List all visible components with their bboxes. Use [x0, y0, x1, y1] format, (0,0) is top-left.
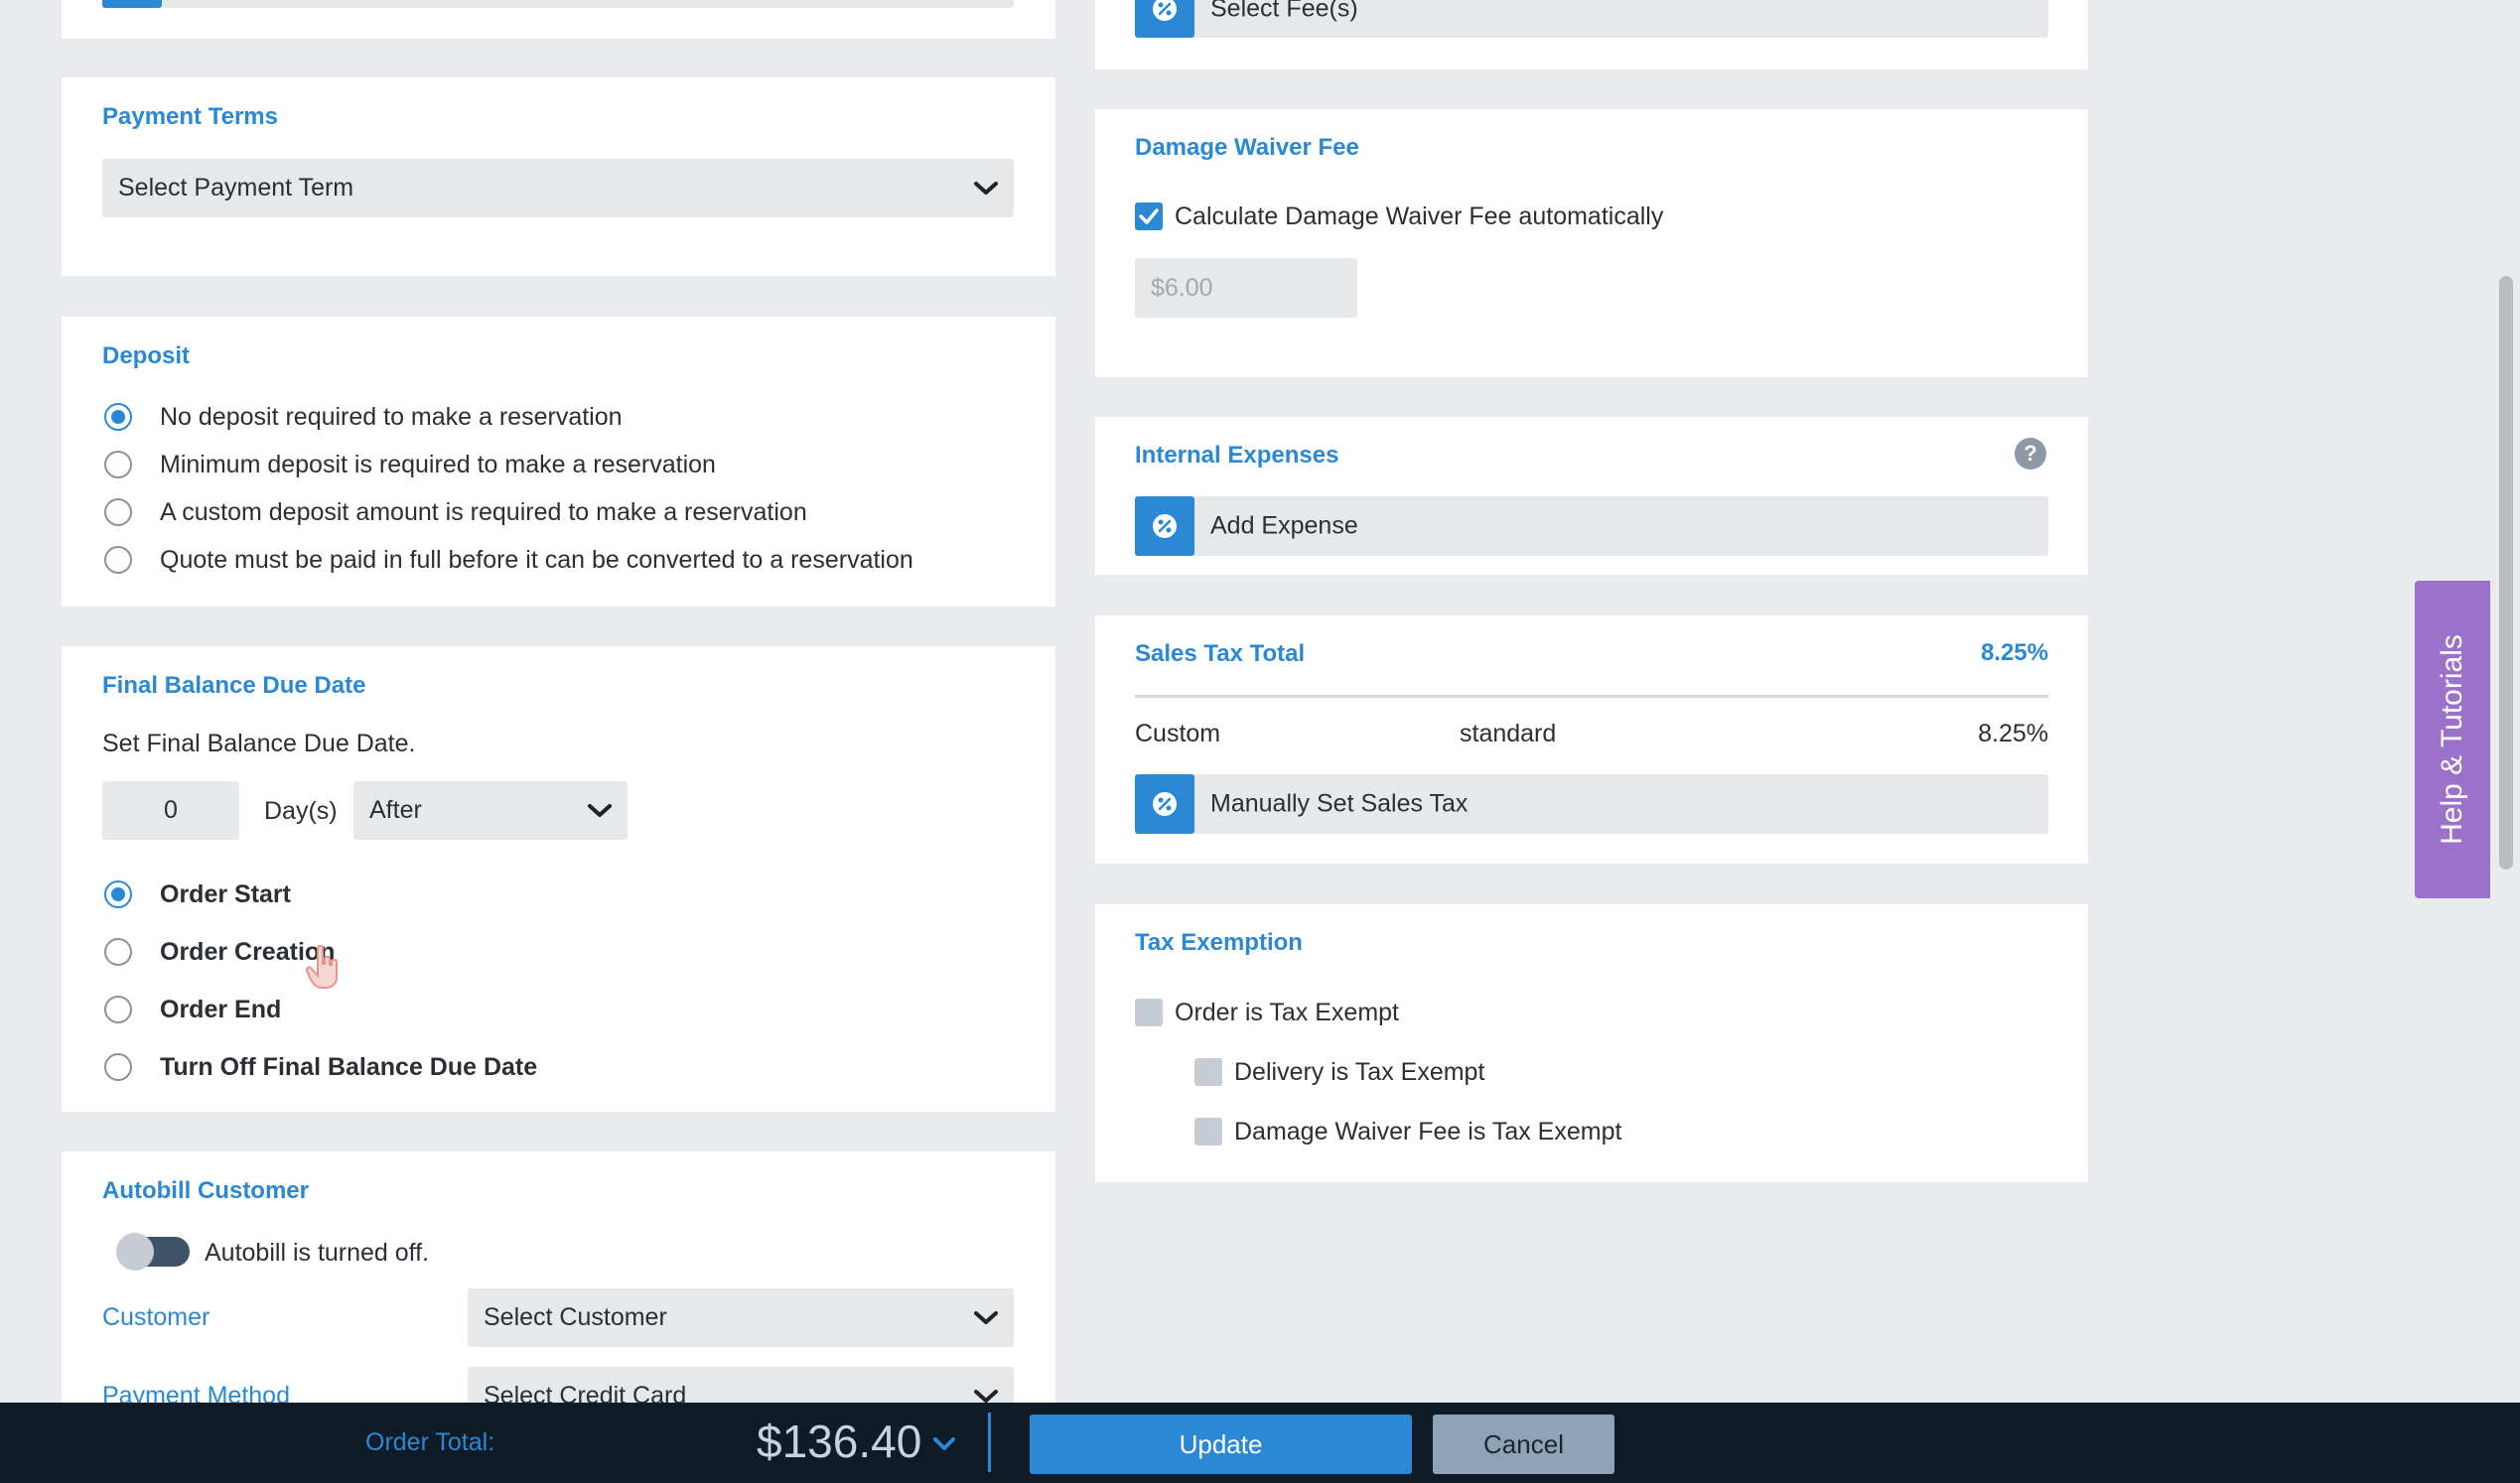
relation-select[interactable]: After	[353, 781, 628, 840]
add-expense-button[interactable]: Add Expense	[1135, 496, 2048, 556]
deposit-title: Deposit	[102, 342, 191, 369]
manually-set-sales-tax-label: Manually Set Sales Tax	[1210, 789, 1469, 818]
select-fees-icon-box	[1135, 0, 1194, 38]
percent-badge-icon	[1153, 792, 1177, 816]
percent-badge-icon	[1153, 514, 1177, 538]
final-balance-title: Final Balance Due Date	[102, 672, 366, 699]
damage-waiver-tax-exempt-label[interactable]: Damage Waiver Fee is Tax Exempt	[1234, 1118, 1621, 1146]
deposit-option-label[interactable]: Minimum deposit is required to make a re…	[160, 451, 716, 479]
sales-tax-card: Sales Tax Total 8.25% Custom standard 8.…	[1095, 615, 2088, 864]
top-partial-card	[62, 0, 1055, 39]
order-total-value[interactable]: $136.40	[757, 1415, 957, 1468]
update-button[interactable]: Update	[1030, 1415, 1412, 1474]
damage-waiver-checkbox-label[interactable]: Calculate Damage Waiver Fee automaticall…	[1175, 202, 1663, 231]
chevron-down-icon	[974, 181, 998, 195]
chevron-down-icon	[933, 1437, 956, 1450]
damage-waiver-amount-value: $6.00	[1151, 273, 1213, 302]
order-total-amount: $136.40	[757, 1416, 922, 1467]
select-fees-button[interactable]: Select Fee(s)	[1135, 0, 2048, 38]
balance-option-radio[interactable]	[104, 996, 132, 1023]
autobill-toggle[interactable]	[116, 1233, 190, 1271]
top-partial-select[interactable]	[102, 0, 1014, 8]
tax-exempt-label[interactable]: Order is Tax Exempt	[1175, 999, 1399, 1027]
delivery-tax-exempt-checkbox[interactable]	[1194, 1058, 1222, 1086]
manually-set-sales-tax-button[interactable]: Manually Set Sales Tax	[1135, 774, 2048, 834]
sales-tax-row-name: Custom	[1135, 720, 1221, 747]
help-tutorials-tab[interactable]: Help & Tutorials	[2415, 581, 2490, 898]
autobill-title: Autobill Customer	[102, 1177, 309, 1204]
deposit-option-label[interactable]: No deposit required to make a reservatio…	[160, 403, 623, 432]
payment-terms-title: Payment Terms	[102, 103, 278, 130]
deposit-option-radio[interactable]	[104, 403, 132, 431]
cancel-button[interactable]: Cancel	[1433, 1415, 1614, 1474]
add-expense-label: Add Expense	[1210, 511, 1358, 540]
fees-card: Select Fee(s)	[1095, 0, 2088, 69]
final-balance-description: Set Final Balance Due Date.	[102, 730, 416, 757]
tax-exemption-card: Tax Exemption Order is Tax Exempt Delive…	[1095, 904, 2088, 1182]
payment-term-select-value: Select Payment Term	[118, 174, 354, 202]
footer-divider	[988, 1413, 991, 1472]
relation-select-value: After	[369, 796, 422, 824]
payment-terms-card: Payment Terms Select Payment Term	[62, 77, 1055, 276]
damage-waiver-title: Damage Waiver Fee	[1135, 134, 1359, 161]
final-balance-card: Final Balance Due Date Set Final Balance…	[62, 646, 1055, 1112]
balance-option-radio[interactable]	[104, 938, 132, 966]
sales-tax-total-rate: 8.25%	[1980, 639, 2048, 666]
deposit-option-radio[interactable]	[104, 498, 132, 526]
customer-select[interactable]: Select Customer	[468, 1288, 1014, 1347]
checkmark-icon	[1139, 208, 1159, 224]
manual-tax-icon-box	[1135, 774, 1194, 834]
add-expense-icon-box	[1135, 496, 1194, 556]
customer-label: Customer	[102, 1303, 210, 1331]
balance-option-label[interactable]: Order End	[160, 996, 281, 1024]
chevron-down-icon	[974, 1310, 998, 1324]
tax-exempt-checkbox[interactable]	[1135, 999, 1163, 1026]
balance-option-label[interactable]: Order Start	[160, 880, 291, 909]
autobill-card: Autobill Customer Autobill is turned off…	[62, 1151, 1055, 1425]
chevron-down-icon	[588, 803, 612, 817]
sales-tax-row-type: standard	[1460, 720, 1557, 747]
days-input-value: 0	[164, 796, 178, 824]
deposit-option-radio[interactable]	[104, 451, 132, 478]
help-tutorials-label: Help & Tutorials	[2436, 634, 2468, 845]
scrollbar-thumb[interactable]	[2499, 276, 2513, 870]
damage-waiver-checkbox[interactable]	[1135, 202, 1163, 230]
autobill-toggle-knob	[116, 1233, 154, 1271]
damage-waiver-tax-exempt-checkbox[interactable]	[1194, 1118, 1222, 1146]
internal-expenses-title: Internal Expenses	[1135, 442, 1339, 469]
percent-badge-icon	[1153, 0, 1177, 21]
customer-select-value: Select Customer	[484, 1303, 667, 1331]
sales-tax-divider	[1135, 695, 2048, 698]
delivery-tax-exempt-label[interactable]: Delivery is Tax Exempt	[1234, 1058, 1484, 1087]
order-footer: Order Total: $136.40 Update Cancel	[0, 1403, 2520, 1483]
hand-cursor-icon	[305, 944, 338, 989]
days-label: Day(s)	[264, 797, 338, 825]
balance-option-radio[interactable]	[104, 880, 132, 908]
select-fees-label: Select Fee(s)	[1210, 0, 1358, 23]
balance-option-label[interactable]: Turn Off Final Balance Due Date	[160, 1053, 537, 1082]
balance-option-radio[interactable]	[104, 1053, 132, 1081]
deposit-option-label[interactable]: A custom deposit amount is required to m…	[160, 498, 807, 527]
deposit-card: Deposit No deposit required to make a re…	[62, 317, 1055, 607]
order-total-label: Order Total:	[365, 1428, 495, 1456]
damage-waiver-amount: $6.00	[1135, 258, 1357, 318]
tax-exemption-title: Tax Exemption	[1135, 929, 1303, 956]
autobill-toggle-label: Autobill is turned off.	[205, 1239, 430, 1267]
damage-waiver-card: Damage Waiver Fee Calculate Damage Waive…	[1095, 109, 2088, 377]
help-symbol: ?	[2024, 441, 2037, 466]
days-input[interactable]: 0	[102, 781, 239, 840]
payment-term-select[interactable]: Select Payment Term	[102, 159, 1014, 217]
sales-tax-title: Sales Tax Total	[1135, 640, 1306, 667]
question-circle-icon[interactable]: ?	[2015, 438, 2046, 470]
top-partial-select-icon	[102, 0, 162, 8]
deposit-option-radio[interactable]	[104, 546, 132, 574]
deposit-option-label[interactable]: Quote must be paid in full before it can…	[160, 546, 913, 575]
internal-expenses-card: Internal Expenses ? Add Expense	[1095, 417, 2088, 575]
sales-tax-row-rate: 8.25%	[1978, 720, 2048, 747]
